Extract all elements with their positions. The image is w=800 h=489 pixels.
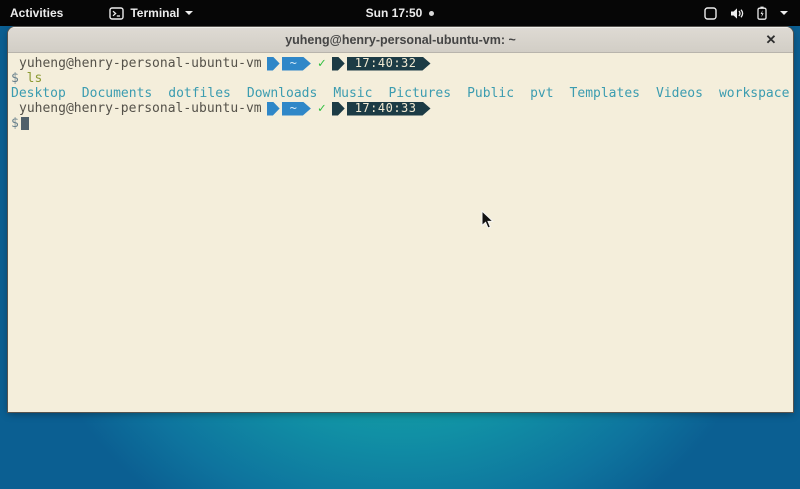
close-button[interactable]: ✕: [759, 28, 783, 52]
app-menu-label: Terminal: [130, 6, 179, 20]
directory-name: workspace: [719, 86, 789, 101]
top-bar: Activities Terminal Sun 17:50: [0, 0, 800, 26]
powerline-arrow-icon: [267, 57, 280, 71]
directory-name: Public: [467, 86, 514, 101]
terminal-cursor: [21, 117, 29, 130]
prompt-time: 17:40:32: [355, 56, 417, 71]
powerline-arrow-icon: [332, 102, 345, 116]
prompt-user-host: yuheng@henry-personal-ubuntu-vm: [19, 101, 262, 116]
prompt-user-host: yuheng@henry-personal-ubuntu-vm: [19, 56, 262, 71]
powerline-arrow-icon: [267, 102, 280, 116]
screen-icon: [704, 7, 717, 20]
directory-name: Documents: [82, 86, 152, 101]
ls-output-line: Desktop Documents dotfiles Downloads Mus…: [11, 86, 791, 101]
command-line: $ ls: [11, 71, 791, 86]
command-text: ls: [27, 71, 43, 86]
volume-icon: [730, 7, 744, 20]
input-line[interactable]: $: [11, 116, 791, 131]
status-check-icon: ✓: [318, 56, 326, 71]
clock-label: Sun 17:50: [366, 6, 423, 20]
directory-name: Templates: [570, 86, 640, 101]
chevron-down-icon: [780, 11, 788, 15]
directory-name: Videos: [656, 86, 703, 101]
directory-name: Downloads: [247, 86, 317, 101]
directory-name: Pictures: [388, 86, 451, 101]
directory-name: Desktop: [11, 86, 66, 101]
window-titlebar[interactable]: yuheng@henry-personal-ubuntu-vm: ~ ✕: [8, 27, 793, 53]
app-menu-button[interactable]: Terminal: [99, 0, 203, 26]
system-status-area[interactable]: [694, 0, 800, 26]
status-check-icon: ✓: [318, 101, 326, 116]
prompt-cwd-segment: ~: [282, 57, 311, 71]
directory-name: dotfiles: [168, 86, 231, 101]
prompt-line: yuheng@henry-personal-ubuntu-vm ~ ✓ 17:4…: [11, 56, 791, 71]
prompt-cwd: ~: [290, 56, 297, 71]
activities-label: Activities: [10, 6, 63, 20]
prompt-time: 17:40:33: [355, 101, 417, 116]
battery-charging-icon: [757, 6, 767, 20]
chevron-down-icon: [185, 11, 193, 15]
prompt-cwd: ~: [290, 101, 297, 116]
terminal-screen[interactable]: yuheng@henry-personal-ubuntu-vm ~ ✓ 17:4…: [8, 53, 793, 411]
powerline-arrow-icon: [332, 57, 345, 71]
prompt-symbol: $: [11, 71, 19, 86]
window-title: yuheng@henry-personal-ubuntu-vm: ~: [285, 33, 516, 47]
terminal-window: yuheng@henry-personal-ubuntu-vm: ~ ✕ yuh…: [8, 27, 793, 412]
prompt-time-segment: 17:40:32: [347, 57, 431, 71]
directory-name: Music: [333, 86, 372, 101]
activities-button[interactable]: Activities: [0, 0, 73, 26]
notification-dot-icon: [429, 11, 434, 16]
directory-name: pvt: [530, 86, 553, 101]
prompt-time-segment: 17:40:33: [347, 102, 431, 116]
prompt-symbol: $: [11, 116, 19, 131]
top-bar-left: Activities Terminal: [0, 0, 203, 26]
prompt-cwd-segment: ~: [282, 102, 311, 116]
prompt-line: yuheng@henry-personal-ubuntu-vm ~ ✓ 17:4…: [11, 101, 791, 116]
mouse-cursor: [481, 210, 494, 235]
terminal-app-icon: [109, 7, 124, 20]
clock-button[interactable]: Sun 17:50: [366, 6, 435, 20]
